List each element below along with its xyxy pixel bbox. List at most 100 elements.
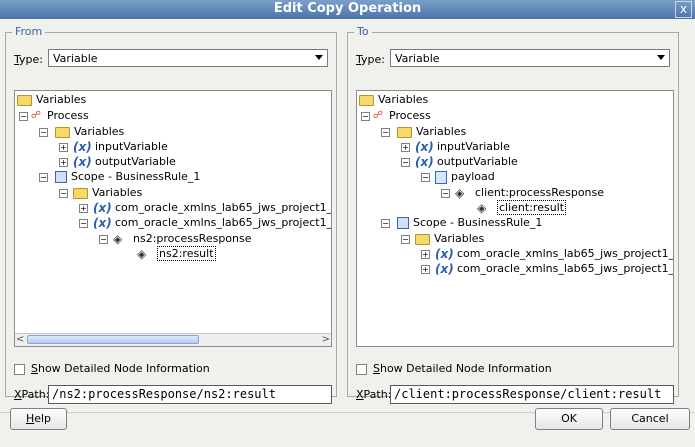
chevron-down-icon[interactable] [657, 55, 665, 60]
to-type-select[interactable]: Variable [390, 49, 670, 67]
collapse-icon[interactable]: − [39, 173, 48, 182]
window-title: Edit Copy Operation [273, 1, 422, 16]
folder-icon [55, 126, 70, 138]
folder-icon [397, 126, 412, 138]
xpath-label: XPath: [356, 388, 392, 401]
tree-node[interactable]: ☍ Process [371, 108, 431, 123]
help-button[interactable]: Help [10, 408, 67, 430]
collapse-icon[interactable]: − [441, 189, 450, 198]
collapse-icon[interactable]: − [381, 219, 390, 228]
tree-node[interactable]: (x) com_oracle_xmlns_lab65_jws_project1_ [435, 261, 673, 276]
expand-icon[interactable]: + [59, 158, 68, 167]
scope-icon [397, 217, 409, 229]
to-type-label-text: ype: [361, 53, 385, 66]
horizontal-scrollbar[interactable]: < > [15, 333, 331, 346]
collapse-icon[interactable]: − [381, 128, 390, 137]
tree-node[interactable]: (x) outputVariable [415, 154, 518, 169]
cancel-button[interactable]: Cancel [610, 408, 690, 430]
variable-icon: (x) [435, 261, 454, 276]
collapse-icon[interactable]: − [99, 235, 108, 244]
tree-node-selected[interactable]: ◈ client:result [477, 200, 567, 215]
variable-icon: (x) [73, 154, 92, 169]
collapse-icon[interactable]: − [401, 158, 410, 167]
scope-icon [55, 171, 67, 183]
tree-node[interactable]: (x) com_oracle_xmlns_lab65_jws_project1_ [93, 200, 331, 215]
collapse-icon[interactable]: − [79, 219, 88, 228]
tree-node[interactable]: Variables [415, 231, 484, 246]
tree-node[interactable]: (x) inputVariable [73, 139, 168, 154]
from-type-value: Variable [53, 52, 98, 65]
from-tree[interactable]: Variables − ☍ Process − Variables + (x) in… [14, 90, 332, 347]
to-type-label: Type: [356, 53, 385, 66]
folder-icon [415, 233, 430, 245]
variable-icon: (x) [93, 200, 112, 215]
tree-node[interactable]: Variables [55, 124, 124, 139]
tree-node[interactable]: ◈ ns2:processResponse [113, 231, 252, 246]
tree-node[interactable]: ◈ client:processResponse [455, 185, 604, 200]
to-panel: To Type: Variable Variables − ☍ Process −… [347, 25, 679, 404]
from-panel: From Type: Variable Variables − ☍ Process… [5, 25, 337, 404]
expand-icon[interactable]: + [401, 143, 410, 152]
process-icon: ☍ [30, 110, 42, 121]
title-bar: Edit Copy Operation x [0, 0, 695, 19]
show-detail-checkbox[interactable] [356, 364, 367, 375]
tree-node[interactable]: (x) com_oracle_xmlns_lab65_jws_project1_ [435, 246, 673, 261]
from-type-label: Type: [14, 53, 43, 66]
collapse-icon[interactable]: − [39, 128, 48, 137]
tree-node[interactable]: Variables [17, 92, 86, 107]
show-detail-checkbox[interactable] [14, 364, 25, 375]
collapse-icon[interactable]: − [19, 112, 28, 121]
chevron-right-icon[interactable]: > [322, 334, 330, 345]
show-detail-label: Show Detailed Node Information [373, 362, 552, 375]
from-xpath-field[interactable]: /ns2:processResponse/ns2:result [48, 385, 332, 404]
folder-icon [17, 94, 32, 106]
tree-node[interactable]: Variables [359, 92, 428, 107]
from-type-label-text: ype: [19, 53, 43, 66]
payload-icon [435, 170, 447, 184]
variable-icon: (x) [93, 215, 112, 230]
xpath-label: XPath: [14, 388, 50, 401]
expand-icon[interactable]: + [421, 250, 430, 259]
folder-icon [359, 94, 374, 106]
variable-icon: (x) [415, 139, 434, 154]
to-tree[interactable]: Variables − ☍ Process − Variables + (x) in… [356, 90, 674, 347]
collapse-icon[interactable]: − [401, 235, 410, 244]
chevron-left-icon[interactable]: < [16, 334, 24, 345]
collapse-icon[interactable]: − [361, 112, 370, 121]
tree-node[interactable]: payload [435, 169, 495, 184]
variable-icon: (x) [415, 154, 434, 169]
variable-icon: (x) [435, 246, 454, 261]
tree-node[interactable]: ☍ Process [29, 108, 89, 123]
tree-node-selected[interactable]: ◈ ns2:result [137, 246, 216, 261]
from-legend: From [12, 25, 46, 38]
show-detail-label: Show Detailed Node Information [31, 362, 210, 375]
tree-node[interactable]: Variables [73, 185, 142, 200]
element-icon: ◈ [113, 231, 123, 246]
variable-icon: (x) [73, 139, 92, 154]
expand-icon[interactable]: + [421, 265, 430, 274]
tree-node[interactable]: (x) outputVariable [73, 154, 176, 169]
process-icon: ☍ [372, 110, 384, 121]
to-legend: To [354, 25, 372, 38]
chevron-down-icon[interactable] [315, 55, 323, 60]
dialog-body: From Type: Variable Variables − ☍ Process… [0, 19, 695, 447]
expand-icon[interactable]: + [59, 143, 68, 152]
expand-icon[interactable]: + [79, 204, 88, 213]
element-icon: ◈ [455, 185, 465, 200]
to-xpath-field[interactable]: /client:processResponse/client:result [390, 385, 674, 404]
scrollbar-thumb[interactable] [27, 335, 199, 344]
folder-icon [73, 187, 88, 199]
close-icon[interactable]: x [675, 1, 692, 18]
element-icon: ◈ [477, 200, 487, 215]
to-type-value: Variable [395, 52, 440, 65]
tree-node[interactable]: Scope - BusinessRule_1 [55, 169, 200, 184]
from-type-select[interactable]: Variable [48, 49, 328, 67]
tree-node[interactable]: Scope - BusinessRule_1 [397, 215, 542, 230]
element-icon: ◈ [137, 246, 147, 261]
tree-node[interactable]: (x) inputVariable [415, 139, 510, 154]
collapse-icon[interactable]: − [59, 189, 68, 198]
ok-button[interactable]: OK [535, 408, 603, 430]
collapse-icon[interactable]: − [421, 173, 430, 182]
tree-node[interactable]: (x) com_oracle_xmlns_lab65_jws_project1_ [93, 215, 331, 230]
tree-node[interactable]: Variables [397, 124, 466, 139]
